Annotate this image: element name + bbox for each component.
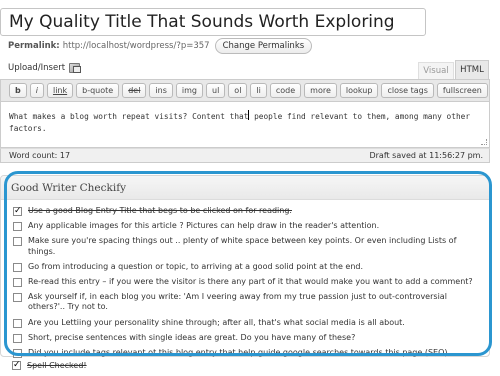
- checklist-item: Did you include tags relevant ot this bl…: [13, 348, 483, 359]
- resize-handle-icon[interactable]: [481, 139, 487, 145]
- editor-status-bar: Word count: 17 Draft saved at 11:56:27 p…: [0, 148, 490, 163]
- link-button[interactable]: link: [46, 83, 74, 98]
- add-media-icon[interactable]: [69, 63, 82, 73]
- del-button[interactable]: del: [122, 83, 147, 98]
- post-title-input[interactable]: My Quality Title That Sounds Worth Explo…: [0, 8, 426, 36]
- permalink-row: Permalink: http://localhost/wordpress/?p…: [8, 38, 313, 54]
- fullscreen-button[interactable]: fullscreen: [436, 83, 488, 98]
- checklist-item-text: Re-read this entry – if you were the vis…: [28, 276, 473, 286]
- checkify-title: Good Writer Checkify: [1, 176, 489, 200]
- checklist-checkbox[interactable]: [13, 348, 22, 358]
- word-count: Word count: 17: [9, 151, 71, 160]
- checklist-item: Use a good Blog Entry Title that begs to…: [13, 205, 483, 217]
- checklist-checkbox[interactable]: [13, 292, 22, 302]
- close-tags-button[interactable]: close tags: [381, 83, 434, 98]
- checklist-item-text: Short, precise sentences with single ide…: [28, 332, 356, 342]
- checklist-item-text: Any applicable images for this article ?…: [28, 221, 380, 231]
- checklist-checkbox[interactable]: [13, 318, 22, 328]
- img-button[interactable]: img: [175, 83, 203, 98]
- post-content-text: What makes a blog worth repeat visits? C…: [9, 110, 471, 133]
- checklist-item-text: Did you include tags relevant ot this bl…: [28, 347, 451, 357]
- post-content-textarea[interactable]: What makes a blog worth repeat visits? C…: [0, 101, 490, 148]
- li-button[interactable]: li: [250, 83, 267, 98]
- spell-checked-checkbox[interactable]: [12, 359, 21, 371]
- checkify-list: Use a good Blog Entry Title that begs to…: [1, 200, 489, 358]
- checklist-item: Ask yourself if, in each blog you write:…: [13, 292, 483, 313]
- checklist-checkbox[interactable]: [13, 333, 22, 343]
- checklist-item: Go from introducing a question or topic,…: [13, 262, 483, 273]
- checklist-item-text: Go from introducing a question or topic,…: [28, 261, 364, 271]
- quicktags-toolbar: b i link b-quote del ins img ul ol li co…: [0, 79, 490, 101]
- ul-button[interactable]: ul: [206, 83, 226, 98]
- checklist-item: Re-read this entry – if you were the vis…: [13, 277, 483, 288]
- ol-button[interactable]: ol: [228, 83, 248, 98]
- upload-insert-label: Upload/Insert: [8, 63, 66, 73]
- checklist-item-text: Make sure you're spacing things out .. p…: [28, 236, 457, 256]
- bold-button[interactable]: b: [9, 83, 27, 98]
- checklist-checkbox[interactable]: [13, 237, 22, 247]
- more-button[interactable]: more: [304, 83, 337, 98]
- change-permalinks-button[interactable]: Change Permalinks: [214, 38, 313, 54]
- checklist-item: Short, precise sentences with single ide…: [13, 333, 483, 344]
- ins-button[interactable]: ins: [149, 83, 173, 98]
- spell-checked-text: Spell Checked!: [27, 360, 87, 370]
- checklist-item-text: Ask yourself if, in each blog you write:…: [28, 291, 447, 312]
- permalink-label: Permalink:: [8, 41, 60, 51]
- checklist-item-text: Are you Lettiing your personality shine …: [28, 317, 405, 327]
- tab-html[interactable]: HTML: [455, 60, 489, 80]
- checklist-checkbox[interactable]: [13, 222, 22, 232]
- checklist-checkbox[interactable]: [13, 277, 22, 287]
- checklist-checkbox[interactable]: [13, 262, 22, 272]
- tab-visual[interactable]: Visual: [418, 62, 454, 79]
- checklist-item: Are you Lettiing your personality shine …: [13, 318, 483, 329]
- checklist-item: Any applicable images for this article ?…: [13, 221, 483, 232]
- blockquote-button[interactable]: b-quote: [76, 83, 120, 98]
- lookup-button[interactable]: lookup: [339, 83, 379, 98]
- checklist-item-text: Use a good Blog Entry Title that begs to…: [28, 206, 292, 215]
- permalink-url[interactable]: http://localhost/wordpress/?p=357: [63, 41, 210, 51]
- upload-insert: Upload/Insert: [8, 63, 82, 73]
- code-button[interactable]: code: [269, 83, 302, 98]
- checkify-panel: Good Writer Checkify Use a good Blog Ent…: [0, 175, 490, 358]
- checklist-item: Make sure you're spacing things out .. p…: [13, 236, 483, 257]
- checklist-checkbox[interactable]: [13, 205, 22, 217]
- draft-saved-status: Draft saved at 11:56:27 pm.: [369, 151, 483, 160]
- italic-button[interactable]: i: [29, 83, 44, 98]
- spell-checked-item: Spell Checked!: [12, 359, 87, 371]
- text-caret: [248, 110, 250, 120]
